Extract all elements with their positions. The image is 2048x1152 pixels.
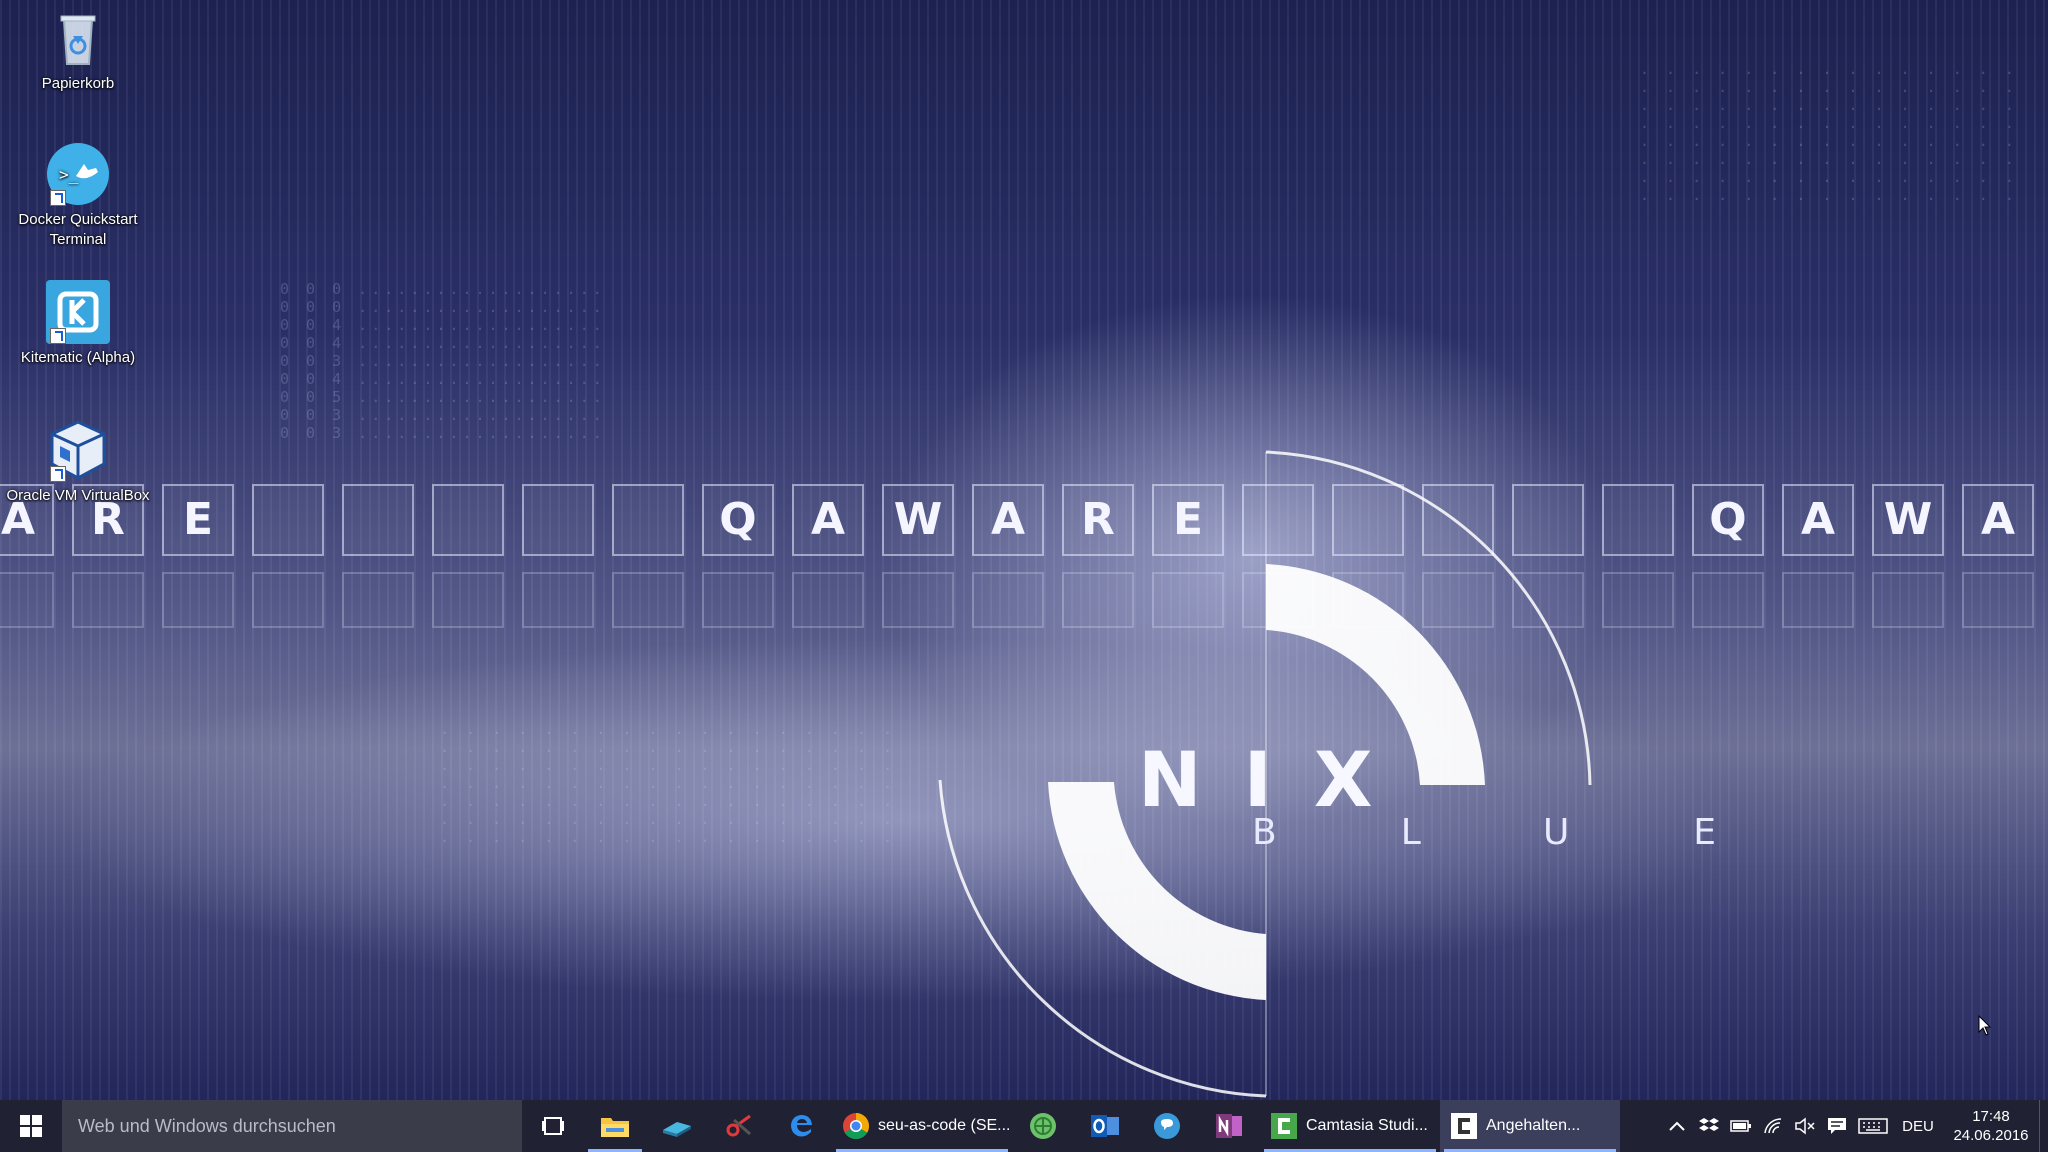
- banner-echo-cell: [0, 572, 54, 628]
- tray-overflow-button[interactable]: [1661, 1100, 1693, 1152]
- banner-echo-cell: [792, 572, 864, 628]
- taskbar-app-outlook[interactable]: [1074, 1100, 1136, 1152]
- outlook-icon: [1091, 1115, 1119, 1137]
- chevron-up-icon: [1669, 1121, 1685, 1131]
- chrome-icon: [843, 1113, 870, 1140]
- shortcut-arrow-icon: [50, 328, 66, 344]
- start-button[interactable]: [0, 1100, 62, 1152]
- banner-echo-cell: [612, 572, 684, 628]
- dropbox-icon: [1699, 1118, 1719, 1131]
- taskbar-app-chrome[interactable]: seu-as-code (SE...: [832, 1100, 1012, 1152]
- logo-blue-text: BLUE: [1252, 812, 1841, 853]
- toolbox-icon: [663, 1122, 691, 1137]
- desktop-wallpaper: 0 0 0 ................... 0 0 0 ........…: [0, 0, 2048, 1100]
- wallpaper-code-texture-3: . . . . . . . . . . . . . . . . . . . . …: [1640, 60, 2018, 204]
- camtasia-icon: [1271, 1113, 1297, 1139]
- clock-date: 24.06.2016: [1953, 1127, 2029, 1144]
- taskbar-app-green[interactable]: [1012, 1100, 1074, 1152]
- desktop-icon-label: Oracle VM VirtualBox: [6, 487, 150, 504]
- show-desktop-button[interactable]: [2039, 1100, 2048, 1152]
- desktop-icon-docker[interactable]: >_ Docker Quickstart Terminal: [1, 142, 155, 250]
- notification-icon: [1828, 1118, 1846, 1134]
- desktop-icon-kitematic[interactable]: Kitematic (Alpha): [1, 280, 155, 368]
- banner-echo-cell: [522, 572, 594, 628]
- shortcut-arrow-icon: [50, 190, 66, 206]
- taskbar-app-camtasia-recorder[interactable]: Angehalten...: [1440, 1100, 1620, 1152]
- wifi-icon: [1764, 1118, 1782, 1134]
- banner-echo-cell: [1872, 572, 1944, 628]
- desktop-icon-virtualbox[interactable]: Oracle VM VirtualBox: [1, 418, 155, 506]
- docker-icon: >_: [46, 142, 110, 206]
- chat-icon: [1154, 1113, 1180, 1139]
- banner-echo-cell: [162, 572, 234, 628]
- desktop-icon-label: Docker Quickstart Terminal: [18, 211, 138, 248]
- task-view-icon: [542, 1117, 564, 1135]
- taskbar-app-chat[interactable]: [1136, 1100, 1198, 1152]
- tray-dropbox[interactable]: [1693, 1100, 1725, 1152]
- desktop-icon-label: Kitematic (Alpha): [20, 349, 136, 366]
- tray-keyboard[interactable]: [1853, 1100, 1893, 1152]
- tray-network[interactable]: [1757, 1100, 1789, 1152]
- tray-action-center[interactable]: [1821, 1100, 1853, 1152]
- windows-logo-icon: [20, 1115, 42, 1137]
- banner-echo-cell: [72, 572, 144, 628]
- green-app-icon: [1030, 1113, 1056, 1139]
- desktop-icon-recycle-bin[interactable]: Papierkorb: [1, 6, 155, 94]
- taskbar-app-label: seu-as-code (SE...: [878, 1117, 1011, 1134]
- taskbar-app-label: Camtasia Studi...: [1306, 1117, 1428, 1134]
- mouse-cursor-icon: [1978, 1015, 1992, 1036]
- taskbar-app-camtasia[interactable]: Camtasia Studi...: [1260, 1100, 1440, 1152]
- file-explorer-icon: [601, 1118, 629, 1137]
- snipping-icon: [726, 1114, 751, 1137]
- onenote-icon: [1216, 1114, 1242, 1138]
- banner-echo-cell: [432, 572, 504, 628]
- taskbar-app-toolbox[interactable]: [646, 1100, 708, 1152]
- taskbar-app-edge[interactable]: [770, 1100, 832, 1152]
- desktop-icon-label: Papierkorb: [41, 75, 115, 92]
- language-indicator[interactable]: DEU: [1893, 1100, 1943, 1152]
- banner-echo-cell: [252, 572, 324, 628]
- clock[interactable]: 17:48 24.06.2016: [1943, 1107, 2039, 1145]
- logo-nix-text: NIX: [1138, 735, 1415, 824]
- wallpaper-code-texture-2: . . . . . . . . . . . . . . . . . . . . …: [440, 720, 897, 846]
- system-tray: DEU 17:48 24.06.2016: [1661, 1100, 2048, 1152]
- volume-muted-icon: [1795, 1117, 1815, 1135]
- search-input[interactable]: Web und Windows durchsuchen: [62, 1100, 522, 1152]
- virtualbox-icon: [46, 418, 110, 482]
- camtasia-recorder-icon: [1451, 1113, 1477, 1139]
- banner-echo-cell: [1962, 572, 2034, 628]
- taskbar: Web und Windows durchsuchen seu-as-code …: [0, 1100, 2048, 1152]
- tray-battery[interactable]: [1725, 1100, 1757, 1152]
- banner-echo-cell: [702, 572, 774, 628]
- taskbar-app-onenote[interactable]: [1198, 1100, 1260, 1152]
- taskbar-app-label: Angehalten...: [1486, 1117, 1581, 1134]
- edge-icon: [791, 1115, 812, 1137]
- taskbar-app-file-explorer[interactable]: [584, 1100, 646, 1152]
- task-view-button[interactable]: [522, 1100, 584, 1152]
- shortcut-arrow-icon: [50, 466, 66, 482]
- tray-volume[interactable]: [1789, 1100, 1821, 1152]
- clock-time: 17:48: [1972, 1108, 2010, 1125]
- banner-echo-cell: [1692, 572, 1764, 628]
- battery-icon: [1730, 1120, 1751, 1132]
- keyboard-icon: [1858, 1118, 1888, 1134]
- taskbar-app-snipping[interactable]: [708, 1100, 770, 1152]
- banner-echo-cell: [1782, 572, 1854, 628]
- wallpaper-code-texture: 0 0 0 ................... 0 0 0 ........…: [280, 280, 606, 442]
- recycle-bin-icon: [46, 6, 110, 70]
- banner-echo-cell: [342, 572, 414, 628]
- kitematic-icon: [46, 280, 110, 344]
- svg-text:>_: >_: [59, 165, 79, 184]
